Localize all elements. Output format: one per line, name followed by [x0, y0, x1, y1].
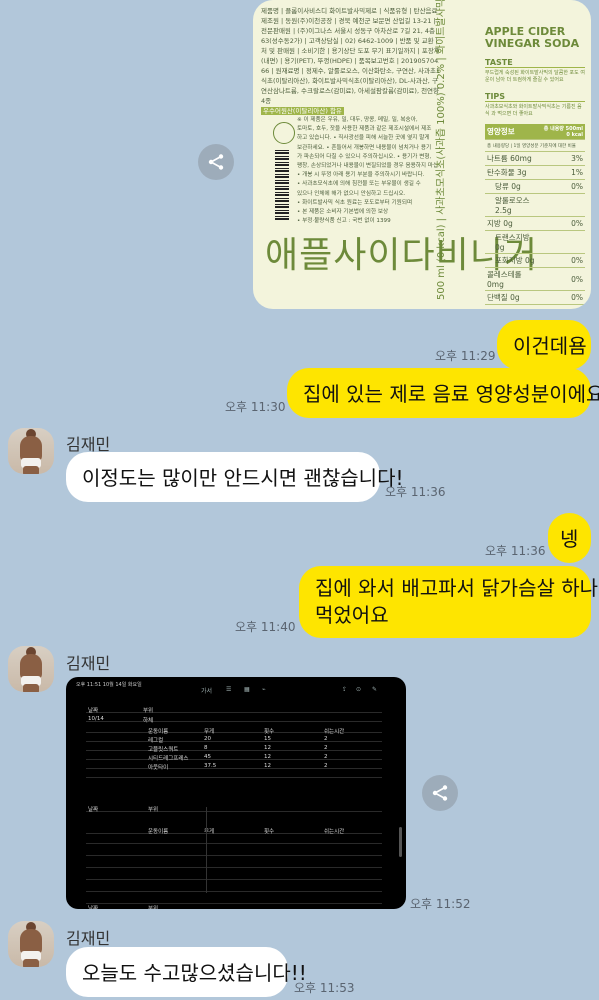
label-line: 66 | 원재료명 | 정제수, 알룰로오스, 이산화탄소, 구연산, 사과초모 [261, 67, 439, 75]
attach-icon: ⌁ [262, 686, 266, 693]
share-button[interactable] [198, 144, 234, 180]
nutrition-row: 콜레스테롤 0mg 0% [485, 267, 585, 291]
message-time: 오후 11:36 [385, 485, 446, 499]
my-message-bubble[interactable]: 이건데욤 [497, 320, 591, 370]
message-time: 오후 11:36 [485, 544, 546, 558]
label-line: 제품명 | 플롬이사비스디 화이트발사믹제로 | 식품유형 | 탄산음료 [261, 7, 438, 15]
nutrition-row: 지방 0g 0% [485, 216, 585, 231]
tablet-toolbar-title: 가서 [201, 688, 213, 695]
message-line: 먹었어요 [315, 603, 389, 627]
label-note: 하고 있습니다. • 직사광선을 피해 서늘한 곳에 옆지 말게 [297, 135, 430, 142]
message-time: 오후 11:30 [225, 400, 286, 414]
label-line: 식초(이탈리아산), 화이트발사믹식초(이탈리아산), DL-사과산, 구 [261, 77, 438, 85]
nutrition-subheader: 총 내용량당 | 1일 영양성분 기준치에 대한 비율 [485, 139, 585, 152]
label-line: 63(성수동2가) | 고객상담실 | 02) 6462-1009 | 반품 및… [261, 37, 439, 45]
nutrition-label-image[interactable]: 제품명 | 플롬이사비스디 화이트발사믹제로 | 식품유형 | 탄산음료 제조원… [253, 0, 591, 309]
my-message-bubble[interactable]: 집에 있는 제로 음료 영양성분이에요! [287, 368, 599, 418]
label-line: 처 및 판매원 | 소비기한 | 용기상단 도포 무기 표기일까지 | 포장재질 [261, 47, 439, 55]
sender-name: 김재민 [66, 929, 111, 948]
more-icon: ⊙ [356, 686, 362, 693]
share-icon [208, 154, 224, 170]
tablet-toolbar: 가서 ☰ ▦ ⌁ ⇪ ⊙ ✎ [66, 686, 406, 698]
avatar[interactable] [8, 428, 54, 474]
table-icon: ▦ [244, 686, 250, 693]
my-message-bubble[interactable]: 집에 와서 배고파서 닭가슴살 하나 먹었어요 [299, 566, 599, 638]
label-note: • 본 제품은 소비자 기본법에 의한 보상 [297, 209, 389, 216]
label-highlight: 우수어원산(이탈리아산) 함유 [261, 107, 344, 115]
nutrition-table: 영양정보 총 내용량 500ml 0 kcal 총 내용량당 | 1일 영양성분 … [485, 124, 585, 305]
share-icon [432, 785, 448, 801]
share-button[interactable] [422, 775, 458, 811]
message-time: 오후 11:53 [294, 981, 355, 995]
other-message-bubble[interactable]: 오늘도 수고많으셨습니다!! [66, 947, 307, 997]
message-line: 집에 와서 배고파서 닭가슴살 하나 [315, 576, 599, 600]
label-tips-text: 사과초모식초와 화이트발사믹식초는 기름진 음식 과 먹으면 더 좋아요 [485, 104, 582, 117]
avatar[interactable] [8, 646, 54, 692]
label-taste-text: 부드럽게 숙성된 화이트발사믹의 달콤한 포도 여운이 남아 더 트컴하게 즐길… [485, 70, 585, 83]
label-note: 팽창, 손상되었거나 내용물이 변질되었을 경우 음용하지 마십시오. [297, 163, 439, 170]
label-note: 가 파손되어 다칠 수 있으니 주의하십시오. • 용기가 변형, [297, 153, 432, 160]
nutrition-header: 영양정보 [485, 124, 538, 140]
label-line: (내면) | 용기(PET), 뚜껑(HDPE) | 품목보고번호 | 2019… [261, 57, 439, 65]
message-time: 오후 11:29 [435, 349, 496, 363]
label-title-line2: VINEGAR SODA [485, 37, 580, 50]
workout-log-image[interactable]: 오후 11:51 10월 14일 화요일 가서 ☰ ▦ ⌁ ⇪ ⊙ ✎ 날짜 부… [66, 677, 406, 909]
nutrition-row: 탄수화물 3g 1% [485, 165, 585, 180]
message-time: 오후 11:40 [235, 620, 296, 634]
other-message-bubble[interactable]: 이정도는 많이만 안드시면 괜찮습니다! [66, 452, 404, 502]
haccp-logo-icon [273, 122, 295, 144]
nutrition-serving: 총 내용량 500ml 0 kcal [537, 124, 585, 140]
label-note: 있으나 인체에 해가 없으니 안심하고 드십시오. [297, 190, 406, 197]
sender-name: 김재민 [66, 654, 111, 673]
message-time: 오후 11:52 [410, 897, 471, 911]
label-vertical-text: 500 ml (0 kcal) | 사과초모식초(사과즙 100%) 0.2% … [436, 0, 447, 300]
label-note: ※ 이 제품은 우유, 밀, 대두, 땅콩, 메밀, 밀, 복숭아, [297, 117, 418, 123]
nutrition-row: 알룰로오스 2.5g [485, 193, 585, 217]
share-icon: ⇪ [342, 686, 348, 693]
edit-icon: ✎ [372, 686, 378, 693]
label-note: • 화이트발사믹 식초 원료는 포도로부터 기원되며 [297, 199, 413, 206]
nutrition-row: 나트륨 60mg 3% [485, 151, 585, 166]
nutrition-row: 트랜스지방 0g [485, 230, 585, 254]
label-note: • 사과초모식초에 의해 침전물 또는 부유물이 생길 수 [297, 181, 421, 188]
label-nutrition-panel: APPLE CIDER VINEGAR SODA TASTE 부드럽게 숙성된 … [485, 26, 585, 305]
avatar[interactable] [8, 921, 54, 967]
label-line: 4종 [261, 97, 272, 105]
label-tips-heading: TIPS [485, 92, 585, 102]
label-note: 보관하세요. • 흔들어서 개봉하면 내용물이 넘치거나 용기 [297, 144, 432, 151]
nutrition-row: 단백질 0g 0% [485, 290, 585, 305]
nutrition-row: 포화지방 0g 0% [485, 253, 585, 268]
list-icon: ☰ [226, 686, 232, 693]
nutrition-row: 당류 0g 0% [485, 179, 585, 194]
label-line: 제조원 | 동원(주)이천공장 | 경북 예천군 보문면 산업길 13-21 |… [261, 17, 439, 25]
label-line: 전문판매원 | (주)이그나스 서울시 성동구 아차산로 7길 21, 4층 [261, 27, 435, 35]
barcode-icon [275, 150, 289, 220]
label-line: 연산삼나트륨, 수크랄로스(감미료), 아세설팜칼륨(감미료), 천연향료 [261, 87, 439, 95]
label-note: • 개봉 시 뚜껑 아래 용기 부분을 주의하시기 바랍니다. [297, 172, 425, 179]
label-taste-heading: TASTE [485, 58, 585, 68]
label-note: 토마토, 호두, 잣을 사용한 제품과 같은 제조시설에서 제조 [297, 126, 432, 133]
my-message-bubble[interactable]: 넹 [548, 513, 591, 563]
